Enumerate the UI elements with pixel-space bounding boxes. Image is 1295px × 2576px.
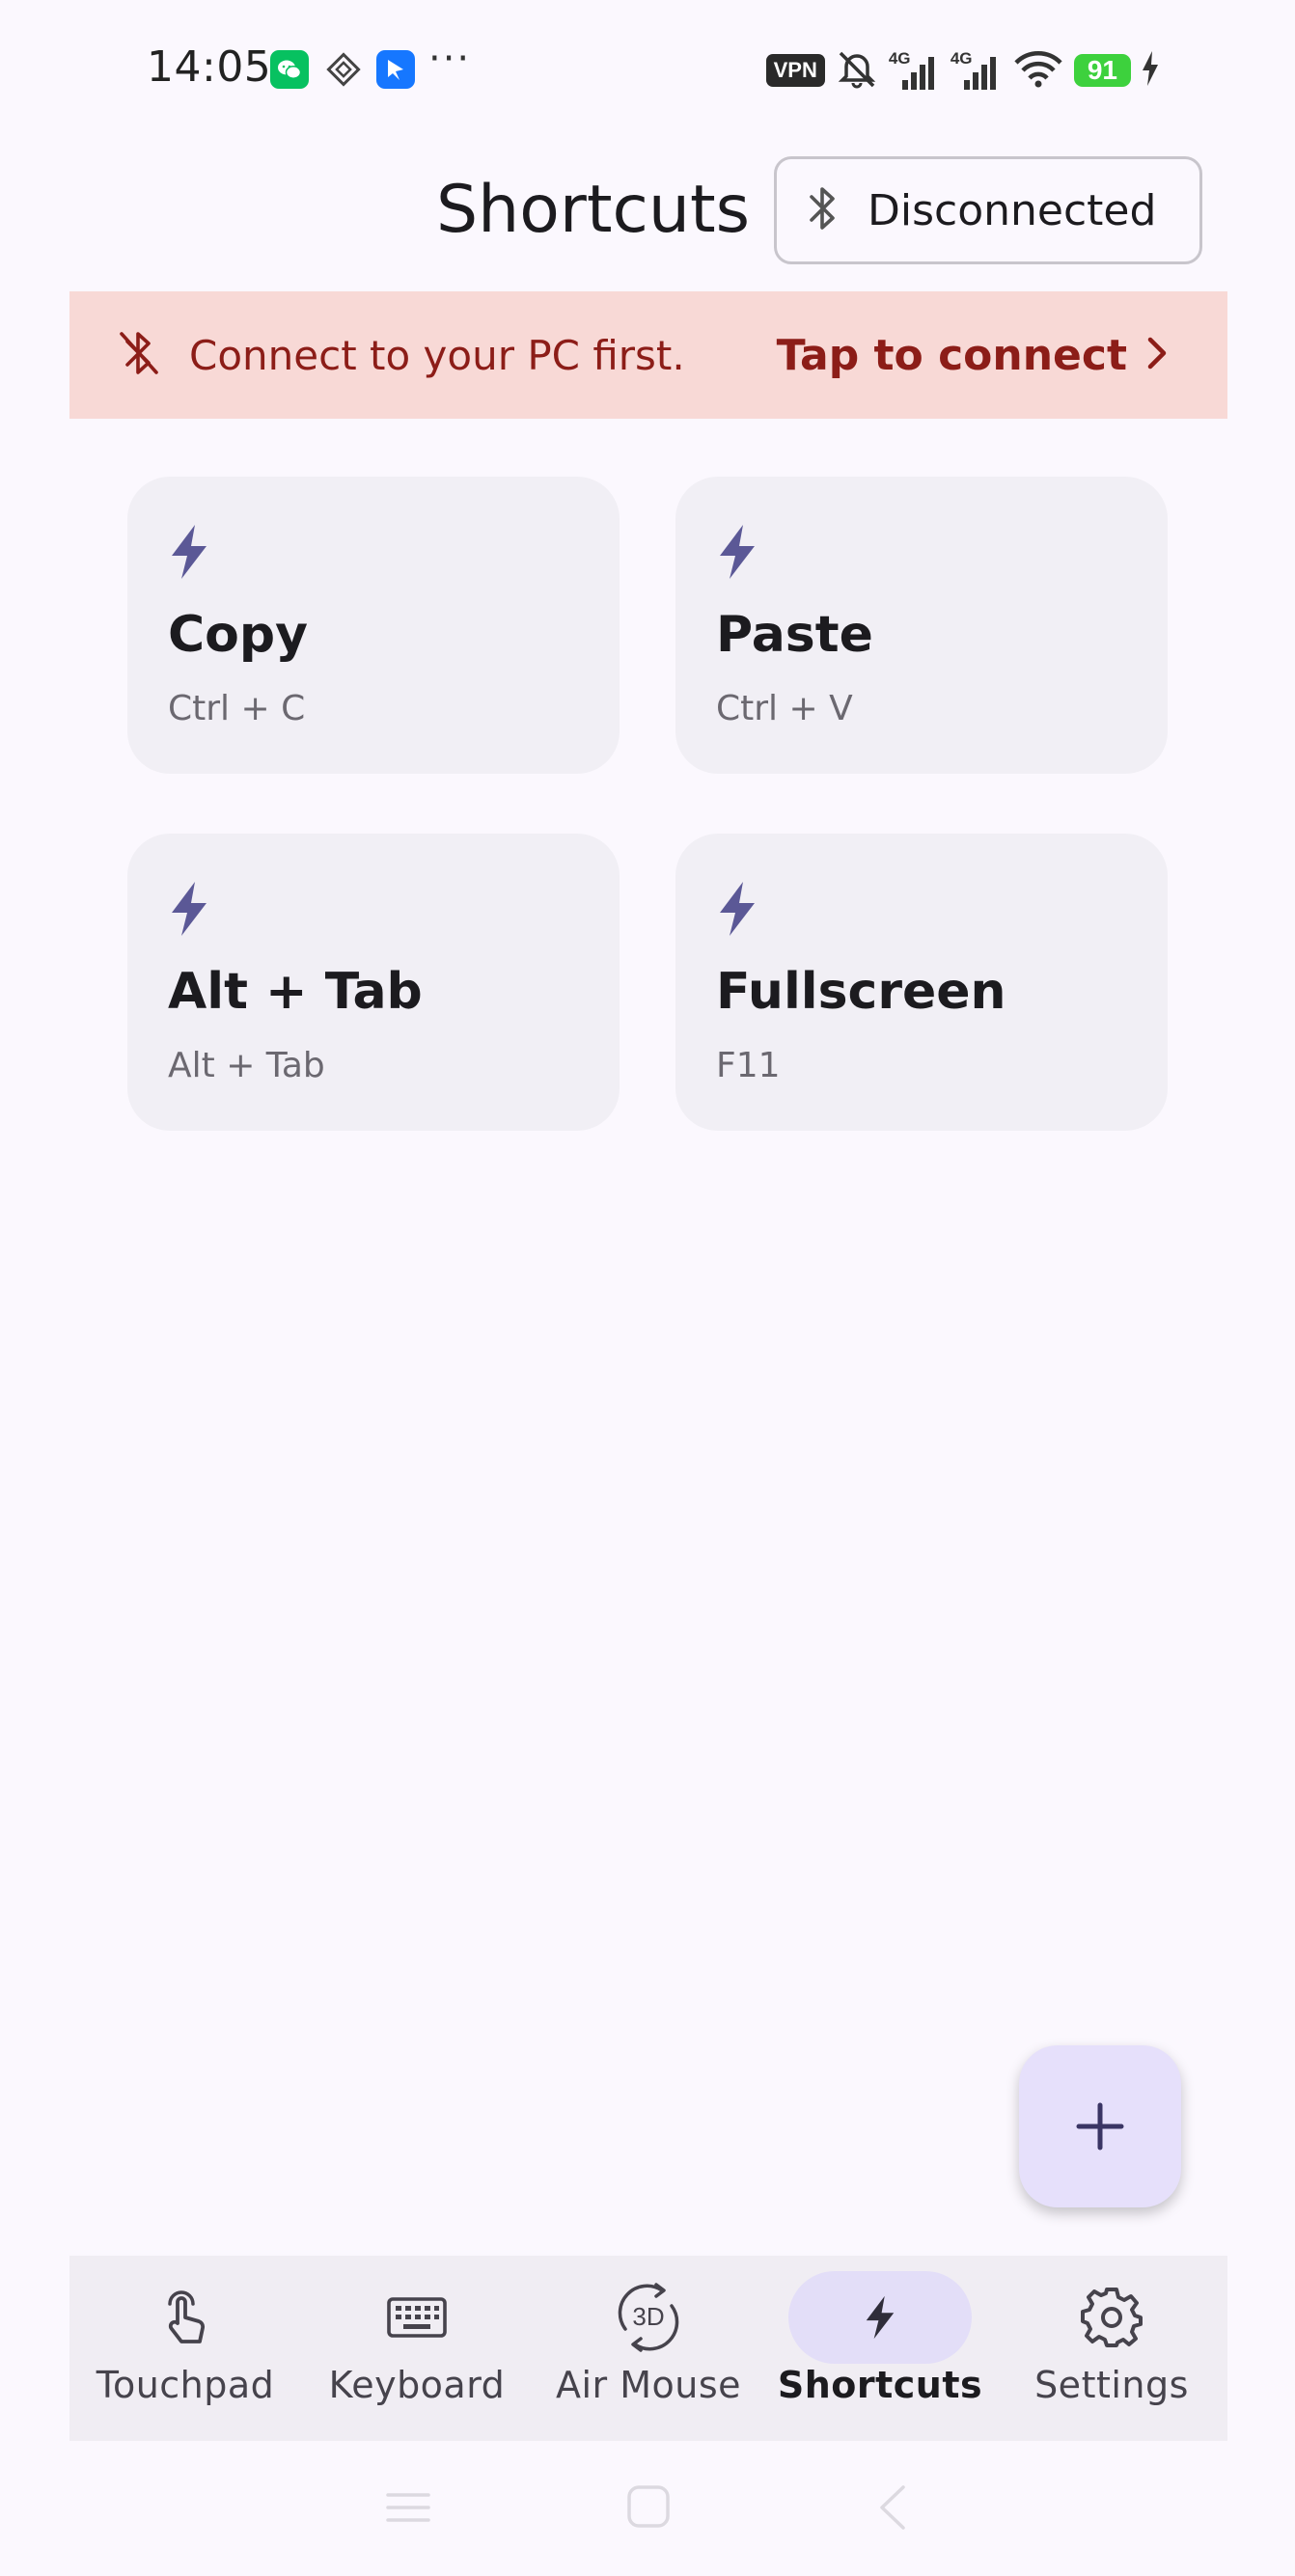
diamond-app-icon xyxy=(324,50,363,89)
3d-icon-text: 3D xyxy=(632,2302,665,2331)
status-indicators: VPN 4G 4G 91 xyxy=(765,47,1160,94)
system-navigation-bar xyxy=(69,2441,1227,2576)
shortcut-keys: Alt + Tab xyxy=(168,1046,325,1085)
nav-item-shortcuts[interactable]: Shortcuts xyxy=(764,2256,996,2441)
bolt-icon xyxy=(172,882,207,936)
nav-icon-container xyxy=(1020,2271,1203,2364)
wechat-icon xyxy=(270,50,309,89)
shortcut-card-alt-tab[interactable]: Alt + Tab Alt + Tab xyxy=(127,834,620,1131)
nav-label: Air Mouse xyxy=(555,2364,742,2406)
nav-item-keyboard[interactable]: Keyboard xyxy=(301,2256,533,2441)
nav-label: Keyboard xyxy=(328,2364,506,2406)
bluetooth-disabled-icon xyxy=(118,328,160,382)
shortcut-name: Fullscreen xyxy=(716,963,1006,1021)
banner-message: Connect to your PC first. xyxy=(189,331,685,379)
touch-icon xyxy=(168,2290,206,2343)
more-notifications-icon: ··· xyxy=(428,37,472,81)
bluetooth-icon xyxy=(806,183,840,237)
page-title: Shortcuts xyxy=(436,172,751,248)
plus-icon xyxy=(1076,2102,1124,2151)
wifi-icon xyxy=(1012,47,1064,94)
shortcut-keys: F11 xyxy=(716,1046,781,1085)
nav-label: Shortcuts xyxy=(777,2364,983,2406)
bolt-icon xyxy=(172,525,207,579)
back-icon[interactable] xyxy=(872,2483,911,2532)
signal-icon: 4G xyxy=(889,49,941,92)
status-bar: 14:05 ··· VPN 4G 4G 91 xyxy=(0,0,1295,143)
nav-icon-container: 3D xyxy=(557,2271,740,2364)
nav-icon-container xyxy=(94,2271,277,2364)
shortcut-name: Alt + Tab xyxy=(168,963,423,1021)
tap-to-connect-link[interactable]: Tap to connect xyxy=(777,331,1170,380)
nav-label: Settings xyxy=(1034,2364,1189,2406)
bolt-icon xyxy=(720,882,755,936)
nav-item-settings[interactable]: Settings xyxy=(996,2256,1227,2441)
status-time: 14:05 xyxy=(147,42,272,92)
connection-status-button[interactable]: Disconnected xyxy=(774,156,1202,264)
shortcut-keys: Ctrl + V xyxy=(716,689,853,728)
nav-icon-container xyxy=(325,2271,509,2364)
signal-icon: 4G xyxy=(951,49,1003,92)
shortcut-card-fullscreen[interactable]: Fullscreen F11 xyxy=(675,834,1168,1131)
add-shortcut-button[interactable] xyxy=(1019,2045,1181,2207)
battery-level: 91 xyxy=(1073,54,1131,87)
nav-label: Touchpad xyxy=(96,2364,275,2406)
connect-banner[interactable]: Connect to your PC first. Tap to connect xyxy=(69,291,1227,419)
nav-icon-container xyxy=(788,2271,972,2364)
nav-item-touchpad[interactable]: Touchpad xyxy=(69,2256,301,2441)
bluebird-app-icon xyxy=(376,50,415,89)
bolt-icon xyxy=(866,2295,895,2340)
bottom-navigation: Touchpad Keyboard 3D Air Mouse Shortcuts… xyxy=(69,2256,1227,2441)
chevron-right-icon xyxy=(1144,334,1170,376)
nav-item-air-mouse[interactable]: 3D Air Mouse xyxy=(533,2256,764,2441)
keyboard-icon xyxy=(387,2297,447,2338)
home-icon[interactable] xyxy=(625,2483,672,2530)
charging-icon xyxy=(1141,49,1160,92)
shortcut-keys: Ctrl + C xyxy=(168,689,306,728)
shortcut-name: Copy xyxy=(168,606,309,664)
shortcut-card-copy[interactable]: Copy Ctrl + C xyxy=(127,477,620,774)
mute-icon xyxy=(835,47,879,94)
vpn-badge: VPN xyxy=(765,54,825,87)
connection-status-label: Disconnected xyxy=(868,185,1157,235)
shortcut-name: Paste xyxy=(716,606,873,664)
gear-icon xyxy=(1081,2288,1143,2347)
tap-to-connect-label: Tap to connect xyxy=(776,330,1127,380)
menu-icon[interactable] xyxy=(384,2483,432,2532)
shortcut-grid: Copy Ctrl + C Paste Ctrl + V Alt + Tab A… xyxy=(127,477,1168,1131)
shortcut-card-paste[interactable]: Paste Ctrl + V xyxy=(675,477,1168,774)
bolt-icon xyxy=(720,525,755,579)
